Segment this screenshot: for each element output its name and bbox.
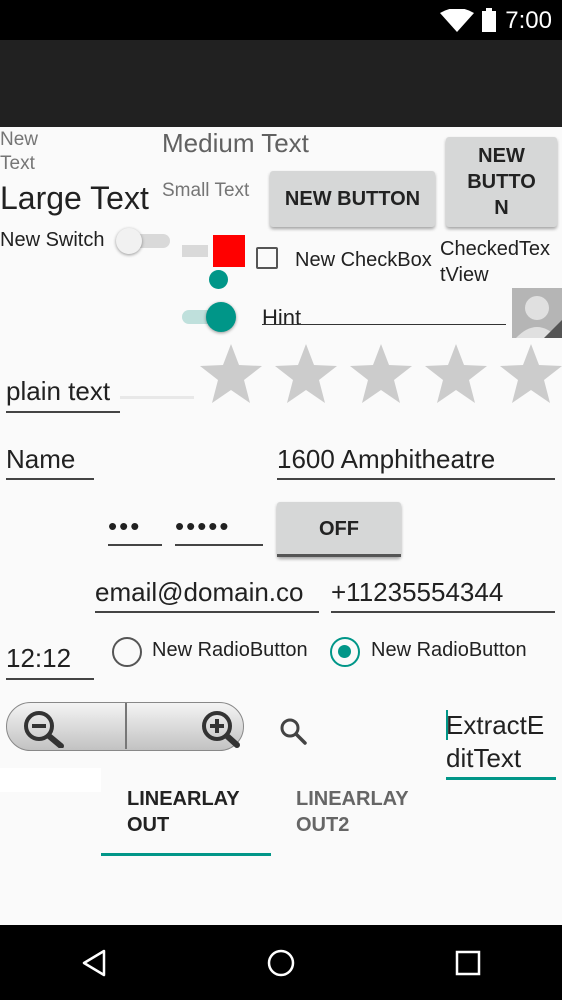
name-field[interactable]: Name — [6, 444, 94, 480]
zoom-out-icon[interactable] — [17, 708, 69, 748]
password-field-2[interactable]: ••••• — [175, 511, 263, 546]
seekbar-track — [182, 245, 208, 257]
extract-edit-text[interactable]: ExtractE ditText — [446, 708, 556, 780]
checkbox-box[interactable] — [256, 247, 278, 269]
zoom-controls — [6, 702, 244, 751]
radio-dot — [338, 645, 351, 658]
tab-linearlayout2[interactable]: LINEARLAY OUT2 — [271, 784, 441, 856]
switch-on[interactable] — [182, 302, 236, 332]
tab-linearlayout[interactable]: LINEARLAY OUT — [101, 784, 271, 856]
radio-circle — [112, 637, 142, 667]
battery-icon — [482, 8, 496, 32]
star-icon[interactable] — [498, 342, 562, 406]
tab-label: LINEARLAY OUT — [127, 788, 240, 836]
toggle-button-label: OFF — [319, 518, 359, 540]
action-bar — [0, 40, 562, 127]
zoom-divider — [125, 703, 127, 749]
tab-indicator — [101, 853, 271, 856]
status-bar: 7:00 — [0, 0, 562, 40]
status-time: 7:00 — [505, 7, 552, 34]
radio-label: New RadioButton — [152, 639, 308, 661]
recents-icon[interactable] — [455, 950, 481, 976]
switch-label: New Switch — [0, 229, 105, 251]
phone-field[interactable]: +11235554344 — [331, 577, 555, 613]
avatar-icon — [516, 296, 562, 338]
new-switch[interactable] — [116, 228, 170, 254]
navigation-bar — [0, 925, 562, 1000]
image-view — [512, 288, 562, 338]
switch-thumb — [116, 228, 142, 254]
password-field[interactable]: ••• — [108, 511, 162, 546]
email-field[interactable]: email@domain.co — [95, 577, 319, 613]
radio-button-1[interactable]: New RadioButton — [110, 636, 322, 668]
new-button[interactable]: NEW BUTTON — [270, 171, 435, 227]
address-field[interactable]: 1600 Amphitheatre — [277, 444, 555, 480]
checkbox-label: New CheckBox — [295, 249, 432, 271]
small-text: Small Text — [162, 180, 250, 201]
progress-bar — [120, 396, 194, 399]
star-icon[interactable] — [198, 342, 273, 406]
switch-on-thumb — [206, 302, 236, 332]
star-icon[interactable] — [423, 342, 498, 406]
wifi-icon — [440, 9, 474, 32]
rating-bar[interactable] — [198, 342, 562, 406]
tab-label-2: LINEARLAY OUT2 — [296, 788, 409, 836]
zoom-in-icon[interactable] — [197, 708, 241, 748]
hint-text: Hint — [262, 305, 302, 325]
seekbar-thumb[interactable] — [209, 270, 228, 289]
time-field[interactable]: 12:12 — [6, 643, 94, 680]
medium-text: Medium Text — [162, 128, 309, 158]
radio-circle-checked — [330, 637, 360, 667]
star-icon[interactable] — [348, 342, 423, 406]
radio-button-2[interactable]: New RadioButton — [329, 636, 551, 668]
back-icon[interactable] — [80, 949, 108, 977]
plain-text-field[interactable]: plain text — [6, 376, 120, 413]
small-text-top: New Text — [0, 129, 39, 174]
hint-field[interactable]: Hint — [262, 298, 506, 325]
large-text: Large Text — [0, 180, 149, 216]
home-icon[interactable] — [266, 948, 296, 978]
search-icon[interactable] — [278, 716, 308, 746]
red-square — [213, 235, 245, 267]
tab-spacer — [0, 768, 101, 792]
checked-text-view[interactable]: CheckedTex tView — [440, 236, 550, 288]
radio-label-checked: New RadioButton — [371, 639, 527, 661]
extract-edit-value: ExtractE ditText — [446, 710, 545, 773]
star-icon[interactable] — [273, 342, 348, 406]
new-button-narrow[interactable]: NEW BUTTO N — [446, 137, 557, 227]
toggle-button[interactable]: OFF — [277, 502, 401, 557]
toggle-indicator — [277, 554, 401, 557]
